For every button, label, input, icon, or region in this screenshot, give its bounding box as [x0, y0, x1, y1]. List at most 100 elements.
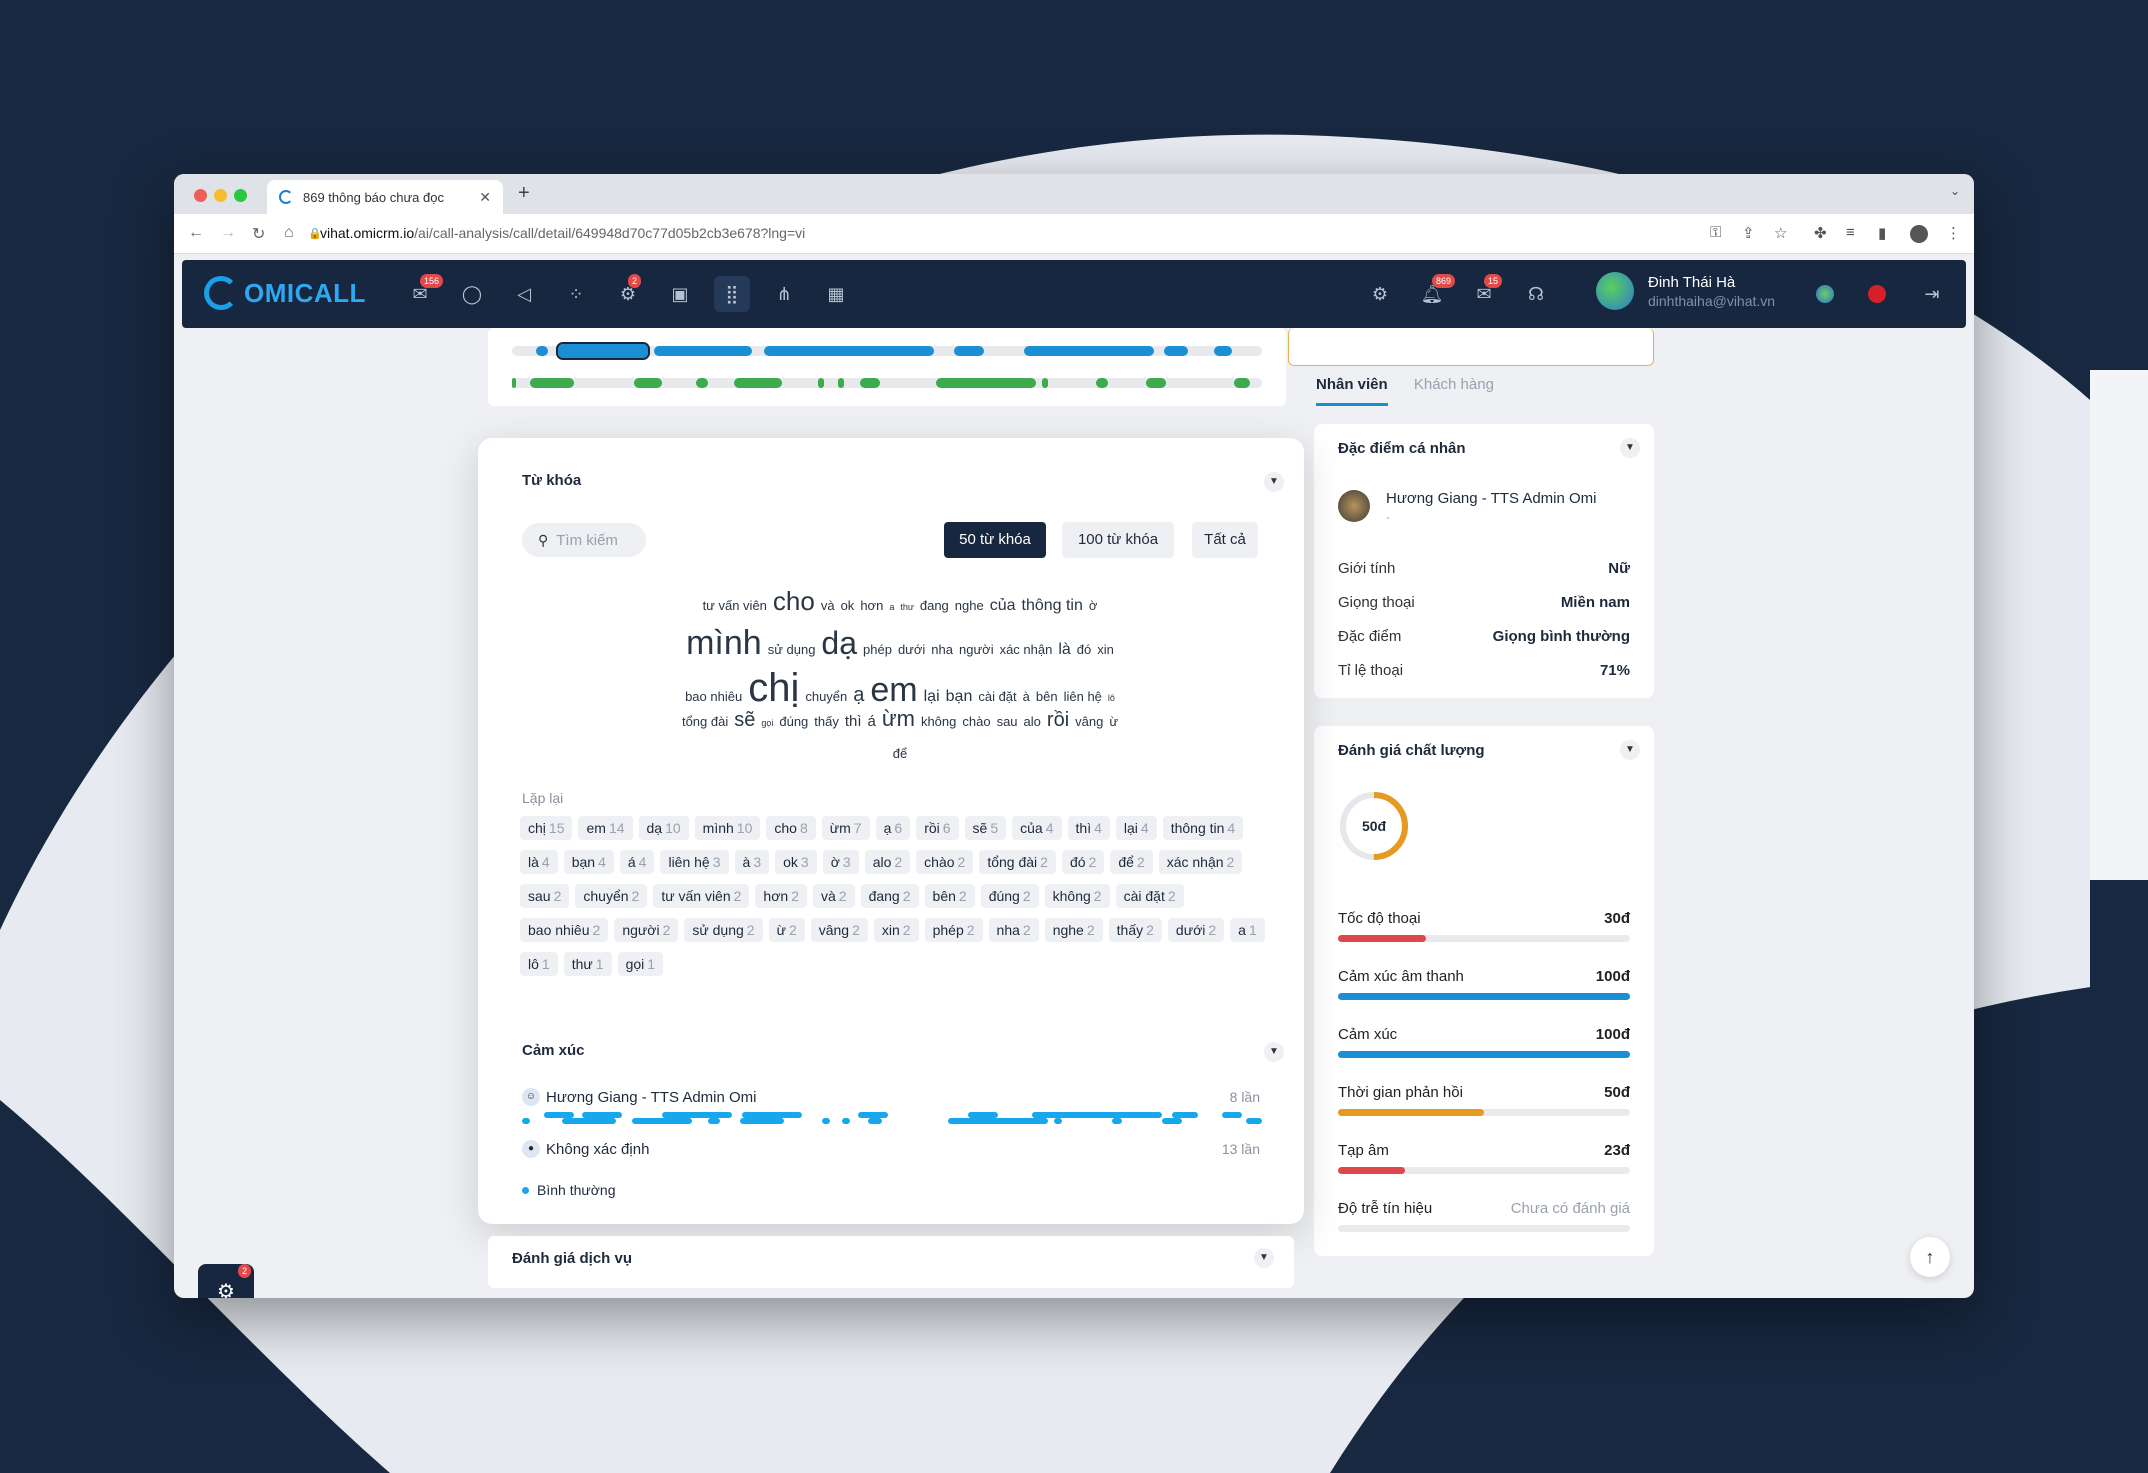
cloud-word[interactable]: dạ: [821, 627, 857, 659]
cloud-word[interactable]: ờ: [1089, 599, 1098, 612]
keyword-chip[interactable]: đó 2: [1061, 850, 1105, 874]
cloud-word[interactable]: thì: [845, 714, 862, 729]
filter-all-button[interactable]: Tất cả: [1192, 522, 1258, 558]
keyword-chip[interactable]: ờ3: [822, 850, 859, 874]
cloud-word[interactable]: sẽ: [734, 710, 755, 730]
back-icon[interactable]: ←: [188, 224, 204, 242]
tab-employee[interactable]: Nhân viên: [1316, 376, 1388, 406]
cloud-word[interactable]: em: [870, 673, 917, 707]
keyword-chip[interactable]: phép 2: [924, 918, 983, 942]
campaign-icon[interactable]: ◁: [512, 282, 536, 306]
keyword-chip[interactable]: sau 2: [520, 884, 570, 908]
key-icon[interactable]: ⚿: [1710, 224, 1721, 241]
keyword-chip[interactable]: của 4: [1012, 816, 1062, 840]
cloud-word[interactable]: đang: [920, 599, 949, 612]
keyword-chip[interactable]: người 2: [614, 918, 679, 942]
chevron-down-icon[interactable]: ▼: [1620, 740, 1640, 760]
workspace-icon[interactable]: [1816, 285, 1834, 303]
keyword-chip[interactable]: không 2: [1044, 884, 1110, 908]
keyword-chip[interactable]: tư vấn viên 2: [653, 884, 750, 908]
cloud-word[interactable]: nha: [931, 643, 953, 656]
keyword-chip[interactable]: thư 1: [563, 952, 612, 976]
keyword-chip[interactable]: bao nhiêu 2: [520, 918, 609, 942]
keyword-chip[interactable]: sẽ 5: [964, 816, 1007, 840]
cloud-word[interactable]: lại: [924, 689, 940, 705]
share-icon[interactable]: ⇪: [1742, 224, 1755, 242]
keyword-chip[interactable]: mình 10: [694, 816, 761, 840]
tab-customer[interactable]: Khách hàng: [1414, 376, 1494, 393]
keyword-chip[interactable]: thì 4: [1067, 816, 1110, 840]
keyword-chip[interactable]: và 2: [812, 884, 855, 908]
organization-icon[interactable]: ⋔: [772, 282, 796, 306]
url-field[interactable]: vihat.omicrm.io/ai/call-analysis/call/de…: [320, 225, 805, 241]
keyword-chip[interactable]: chị 15: [520, 816, 573, 840]
keyword-chip[interactable]: ừm 7: [821, 816, 870, 840]
cloud-word[interactable]: mình: [686, 626, 762, 660]
cloud-word[interactable]: cho: [773, 588, 815, 614]
keyword-chip[interactable]: nghe 2: [1044, 918, 1103, 942]
apps-grid-icon[interactable]: ⣿: [714, 276, 750, 312]
keyword-chip[interactable]: dưới 2: [1167, 918, 1225, 942]
cloud-word[interactable]: chị: [748, 668, 799, 708]
cloud-word[interactable]: phép: [863, 643, 892, 656]
cloud-word[interactable]: đúng: [779, 715, 808, 728]
cloud-word[interactable]: hơn: [860, 599, 883, 612]
cloud-word[interactable]: bên: [1036, 690, 1058, 703]
cloud-word[interactable]: á: [868, 714, 876, 729]
cloud-word[interactable]: chào: [962, 715, 990, 728]
cloud-word[interactable]: chuyển: [805, 690, 847, 703]
mail-icon[interactable]: ✉ 15: [1472, 274, 1503, 306]
keyword-chip[interactable]: à3: [734, 850, 770, 874]
report-icon[interactable]: ▣: [668, 282, 692, 306]
forward-icon[interactable]: →: [220, 224, 236, 242]
keyword-chip[interactable]: dạ 10: [638, 816, 689, 840]
tab-list-chevron-icon[interactable]: ⌄: [1950, 184, 1960, 198]
cloud-word[interactable]: ừm: [882, 708, 915, 730]
logout-icon[interactable]: ⇥: [1920, 282, 1944, 306]
integration-icon[interactable]: ⁘: [564, 282, 588, 306]
new-tab-icon[interactable]: +: [518, 182, 530, 205]
support-widget-button[interactable]: ⚙ 2: [198, 1264, 254, 1298]
language-flag-icon[interactable]: [1868, 285, 1886, 303]
cloud-word[interactable]: alo: [1024, 715, 1041, 728]
cloud-word[interactable]: không: [921, 715, 956, 728]
close-tab-icon[interactable]: ✕: [479, 189, 491, 206]
keyword-chip[interactable]: bạn 4: [563, 850, 614, 874]
minimize-window-button[interactable]: [214, 189, 227, 202]
keyword-chip[interactable]: vâng 2: [810, 918, 868, 942]
cloud-word[interactable]: là: [1058, 642, 1070, 658]
keyword-search-input[interactable]: ⚲ Tìm kiếm: [522, 523, 646, 557]
cloud-word[interactable]: tổng đài: [682, 715, 728, 728]
keyword-chip[interactable]: bên 2: [924, 884, 975, 908]
keyword-chip[interactable]: sử dụng 2: [684, 918, 763, 942]
browser-tab[interactable]: 869 thông báo chưa đọc ✕: [267, 180, 503, 214]
side-panel-icon[interactable]: ▮: [1878, 224, 1886, 242]
keyword-chip[interactable]: tổng đài 2: [979, 850, 1056, 874]
cloud-word[interactable]: và: [821, 599, 835, 612]
scroll-to-top-button[interactable]: ↑: [1910, 1237, 1950, 1277]
bell-icon[interactable]: 🔔︎ 869: [1420, 274, 1456, 306]
zoom-window-button[interactable]: [234, 189, 247, 202]
settings-gear-icon[interactable]: ⚙ 2: [616, 274, 642, 306]
cloud-word[interactable]: rồi: [1047, 710, 1069, 730]
chevron-down-icon[interactable]: ▼: [1620, 438, 1640, 458]
cloud-word[interactable]: nghe: [955, 599, 984, 612]
cloud-word[interactable]: cài đặt: [978, 690, 1016, 703]
keyword-chip[interactable]: a1: [1230, 918, 1265, 942]
cloud-word[interactable]: người: [959, 643, 994, 656]
cloud-word[interactable]: à: [1023, 690, 1030, 703]
profile-avatar[interactable]: [1910, 225, 1928, 243]
keyword-chip[interactable]: đang 2: [860, 884, 919, 908]
filter-100-button[interactable]: 100 từ khóa: [1062, 522, 1174, 558]
keyword-chip[interactable]: ok 3: [775, 850, 817, 874]
keyword-chip[interactable]: cài đặt 2: [1115, 884, 1184, 908]
cloud-word[interactable]: sau: [997, 715, 1018, 728]
cloud-word[interactable]: bạn: [946, 689, 973, 705]
close-window-button[interactable]: [194, 189, 207, 202]
gear-icon[interactable]: ⚙: [1368, 282, 1392, 306]
reading-list-icon[interactable]: ≡: [1846, 224, 1855, 241]
keyword-chip[interactable]: liên hệ 3: [660, 850, 729, 874]
keyword-chip[interactable]: ạ6: [875, 816, 911, 840]
keyword-chip[interactable]: thông tin 4: [1162, 816, 1244, 840]
reload-icon[interactable]: ↻: [252, 224, 265, 244]
